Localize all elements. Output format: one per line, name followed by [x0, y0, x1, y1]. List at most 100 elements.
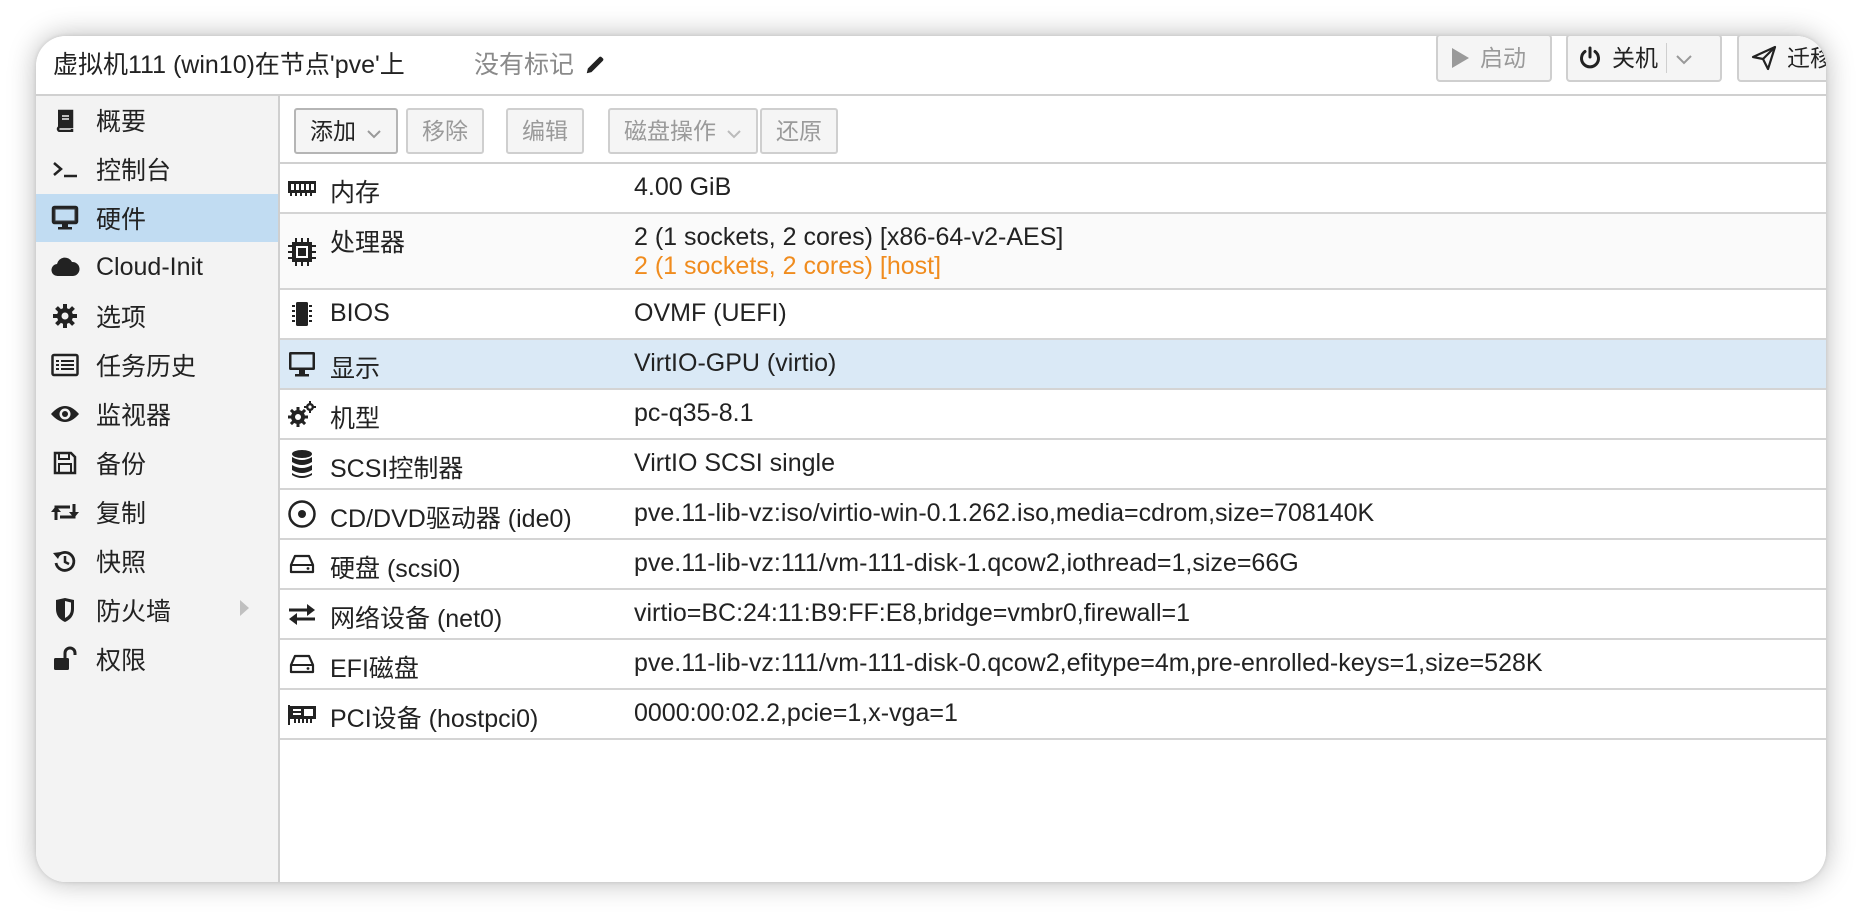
- desktop-icon: [50, 203, 80, 233]
- sidebar-item-monitor[interactable]: 监视器: [36, 390, 278, 438]
- header-bar: 虚拟机111 (win10)在节点'pve'上 没有标记 启动 关机 迁移: [36, 36, 1826, 96]
- microchip-icon: [286, 298, 318, 330]
- hardware-row-display[interactable]: 显示 VirtIO-GPU (virtio): [280, 340, 1826, 390]
- hardware-row-memory[interactable]: 内存 4.00 GiB: [280, 164, 1826, 214]
- sidebar-item-firewall[interactable]: 防火墙: [36, 586, 278, 634]
- play-icon: [1450, 47, 1470, 69]
- edit-button[interactable]: 编辑: [506, 108, 584, 154]
- caret-right-icon[interactable]: [238, 599, 250, 622]
- database-icon: [286, 448, 318, 480]
- hardware-value: virtio=BC:24:11:B9:FF:E8,bridge=vmbr0,fi…: [634, 599, 1191, 627]
- hardware-row-machine[interactable]: 机型 pc-q35-8.1: [280, 390, 1826, 440]
- migrate-button[interactable]: 迁移: [1737, 36, 1826, 82]
- list-icon: [50, 350, 80, 380]
- sidebar-item-summary[interactable]: 概要: [36, 96, 278, 144]
- vm-window: 虚拟机111 (win10)在节点'pve'上 没有标记 启动 关机 迁移 概要…: [36, 36, 1826, 882]
- remove-button[interactable]: 移除: [406, 108, 484, 154]
- hardware-value: VirtIO-GPU (virtio): [634, 349, 837, 377]
- hardware-name: CD/DVD驱动器 (ide0): [330, 505, 572, 533]
- pencil-icon[interactable]: [578, 53, 606, 78]
- hardware-panel: 添加 移除 编辑 磁盘操作 还原 内存 4.00 GiB 处理器 2 (1 so…: [280, 96, 1826, 882]
- sidebar-item-label: Cloud-Init: [96, 252, 203, 281]
- hardware-row-cdrom[interactable]: CD/DVD驱动器 (ide0) pve.11-lib-vz:iso/virti…: [280, 490, 1826, 540]
- start-label: 启动: [1480, 45, 1526, 71]
- hardware-value: VirtIO SCSI single: [634, 449, 836, 477]
- hardware-value: 0000:00:02.2,pcie=1,x-vga=1: [634, 699, 958, 727]
- vm-title: 虚拟机111 (win10)在节点'pve'上: [53, 51, 405, 79]
- book-icon: [50, 105, 80, 135]
- split-divider: [1666, 43, 1667, 73]
- hardware-value: pve.11-lib-vz:111/vm-111-disk-1.qcow2,io…: [634, 549, 1299, 577]
- hardware-row-efi-disk[interactable]: EFI磁盘 pve.11-lib-vz:111/vm-111-disk-0.qc…: [280, 640, 1826, 690]
- hardware-pending-value: 2 (1 sockets, 2 cores) [host]: [634, 252, 942, 280]
- hardware-row-scsi-controller[interactable]: SCSI控制器 VirtIO SCSI single: [280, 440, 1826, 490]
- hdd-icon: [286, 648, 318, 680]
- tags-area[interactable]: 没有标记: [474, 44, 606, 87]
- sidebar-item-label: 硬件: [96, 206, 147, 234]
- sidebar-item-label: 防火墙: [96, 598, 172, 626]
- sidebar-item-label: 监视器: [96, 402, 172, 430]
- chevron-down-icon: [366, 126, 382, 143]
- hdd-icon: [286, 548, 318, 580]
- chevron-down-icon[interactable]: [1675, 36, 1693, 82]
- hardware-name: 机型: [330, 405, 381, 433]
- cdrom-icon: [286, 498, 318, 530]
- edit-label: 编辑: [522, 118, 568, 144]
- sidebar-item-options[interactable]: 选项: [36, 292, 278, 340]
- memory-icon: [286, 172, 318, 204]
- sidebar-item-task-history[interactable]: 任务历史: [36, 341, 278, 389]
- revert-label: 还原: [776, 118, 822, 144]
- hardware-name: BIOS: [330, 299, 390, 327]
- hardware-name: 内存: [330, 179, 381, 207]
- hardware-name: PCI设备 (hostpci0): [330, 705, 539, 733]
- hardware-row-bios[interactable]: BIOS OVMF (UEFI): [280, 290, 1826, 340]
- gear-icon: [50, 301, 80, 331]
- floppy-icon: [50, 448, 80, 478]
- sidebar-item-backup[interactable]: 备份: [36, 439, 278, 487]
- sidebar-item-label: 选项: [96, 304, 147, 332]
- sidebar-item-replication[interactable]: 复制: [36, 488, 278, 536]
- shutdown-label: 关机: [1612, 45, 1658, 71]
- hardware-value: 2 (1 sockets, 2 cores) [x86-64-v2-AES]: [634, 223, 1064, 251]
- chevron-down-icon: [726, 126, 742, 143]
- hardware-toolbar: 添加 移除 编辑 磁盘操作 还原: [280, 96, 1826, 164]
- exchange-icon: [286, 598, 318, 630]
- disk-action-label: 磁盘操作: [624, 118, 716, 144]
- hardware-value: 4.00 GiB: [634, 173, 732, 201]
- sidebar-item-label: 概要: [96, 108, 147, 136]
- hardware-value: pc-q35-8.1: [634, 399, 754, 427]
- start-button[interactable]: 启动: [1436, 36, 1552, 82]
- hardware-row-disk-scsi0[interactable]: 硬盘 (scsi0) pve.11-lib-vz:111/vm-111-disk…: [280, 540, 1826, 590]
- hardware-value: OVMF (UEFI): [634, 299, 787, 327]
- sidebar-item-console[interactable]: 控制台: [36, 145, 278, 193]
- sidebar: 概要 控制台 硬件 Cloud-Init 选项 任务历史 监视器 备份 复制 快…: [36, 96, 280, 882]
- hardware-value: pve.11-lib-vz:111/vm-111-disk-0.qcow2,ef…: [634, 649, 1543, 677]
- hardware-row-cpu[interactable]: 处理器 2 (1 sockets, 2 cores) [x86-64-v2-AE…: [280, 214, 1826, 290]
- hardware-row-pci[interactable]: PCI设备 (hostpci0) 0000:00:02.2,pcie=1,x-v…: [280, 690, 1826, 740]
- shutdown-button[interactable]: 关机: [1566, 36, 1722, 82]
- sidebar-item-label: 任务历史: [96, 353, 197, 381]
- shield-icon: [50, 595, 80, 625]
- retweet-icon: [50, 497, 80, 527]
- revert-button[interactable]: 还原: [760, 108, 838, 154]
- tags-label: 没有标记: [474, 51, 575, 79]
- sidebar-item-snapshots[interactable]: 快照: [36, 537, 278, 585]
- hardware-name: 显示: [330, 355, 381, 383]
- migrate-label: 迁移: [1787, 45, 1826, 71]
- add-button[interactable]: 添加: [294, 108, 398, 154]
- disk-action-button[interactable]: 磁盘操作: [608, 108, 758, 154]
- sidebar-item-label: 权限: [96, 647, 147, 675]
- hardware-row-network[interactable]: 网络设备 (net0) virtio=BC:24:11:B9:FF:E8,bri…: [280, 590, 1826, 640]
- power-icon: [1578, 46, 1602, 70]
- remove-label: 移除: [422, 118, 468, 144]
- sidebar-item-hardware[interactable]: 硬件: [36, 194, 278, 242]
- cpu-icon: [286, 236, 318, 268]
- unlock-icon: [50, 644, 80, 674]
- cogs-icon: [286, 398, 318, 430]
- desktop-icon: [286, 348, 318, 380]
- sidebar-item-cloud-init[interactable]: Cloud-Init: [36, 243, 278, 291]
- sidebar-item-permissions[interactable]: 权限: [36, 635, 278, 683]
- terminal-icon: [50, 154, 80, 184]
- paper-plane-icon: [1751, 45, 1777, 71]
- hardware-name: 处理器: [330, 229, 406, 257]
